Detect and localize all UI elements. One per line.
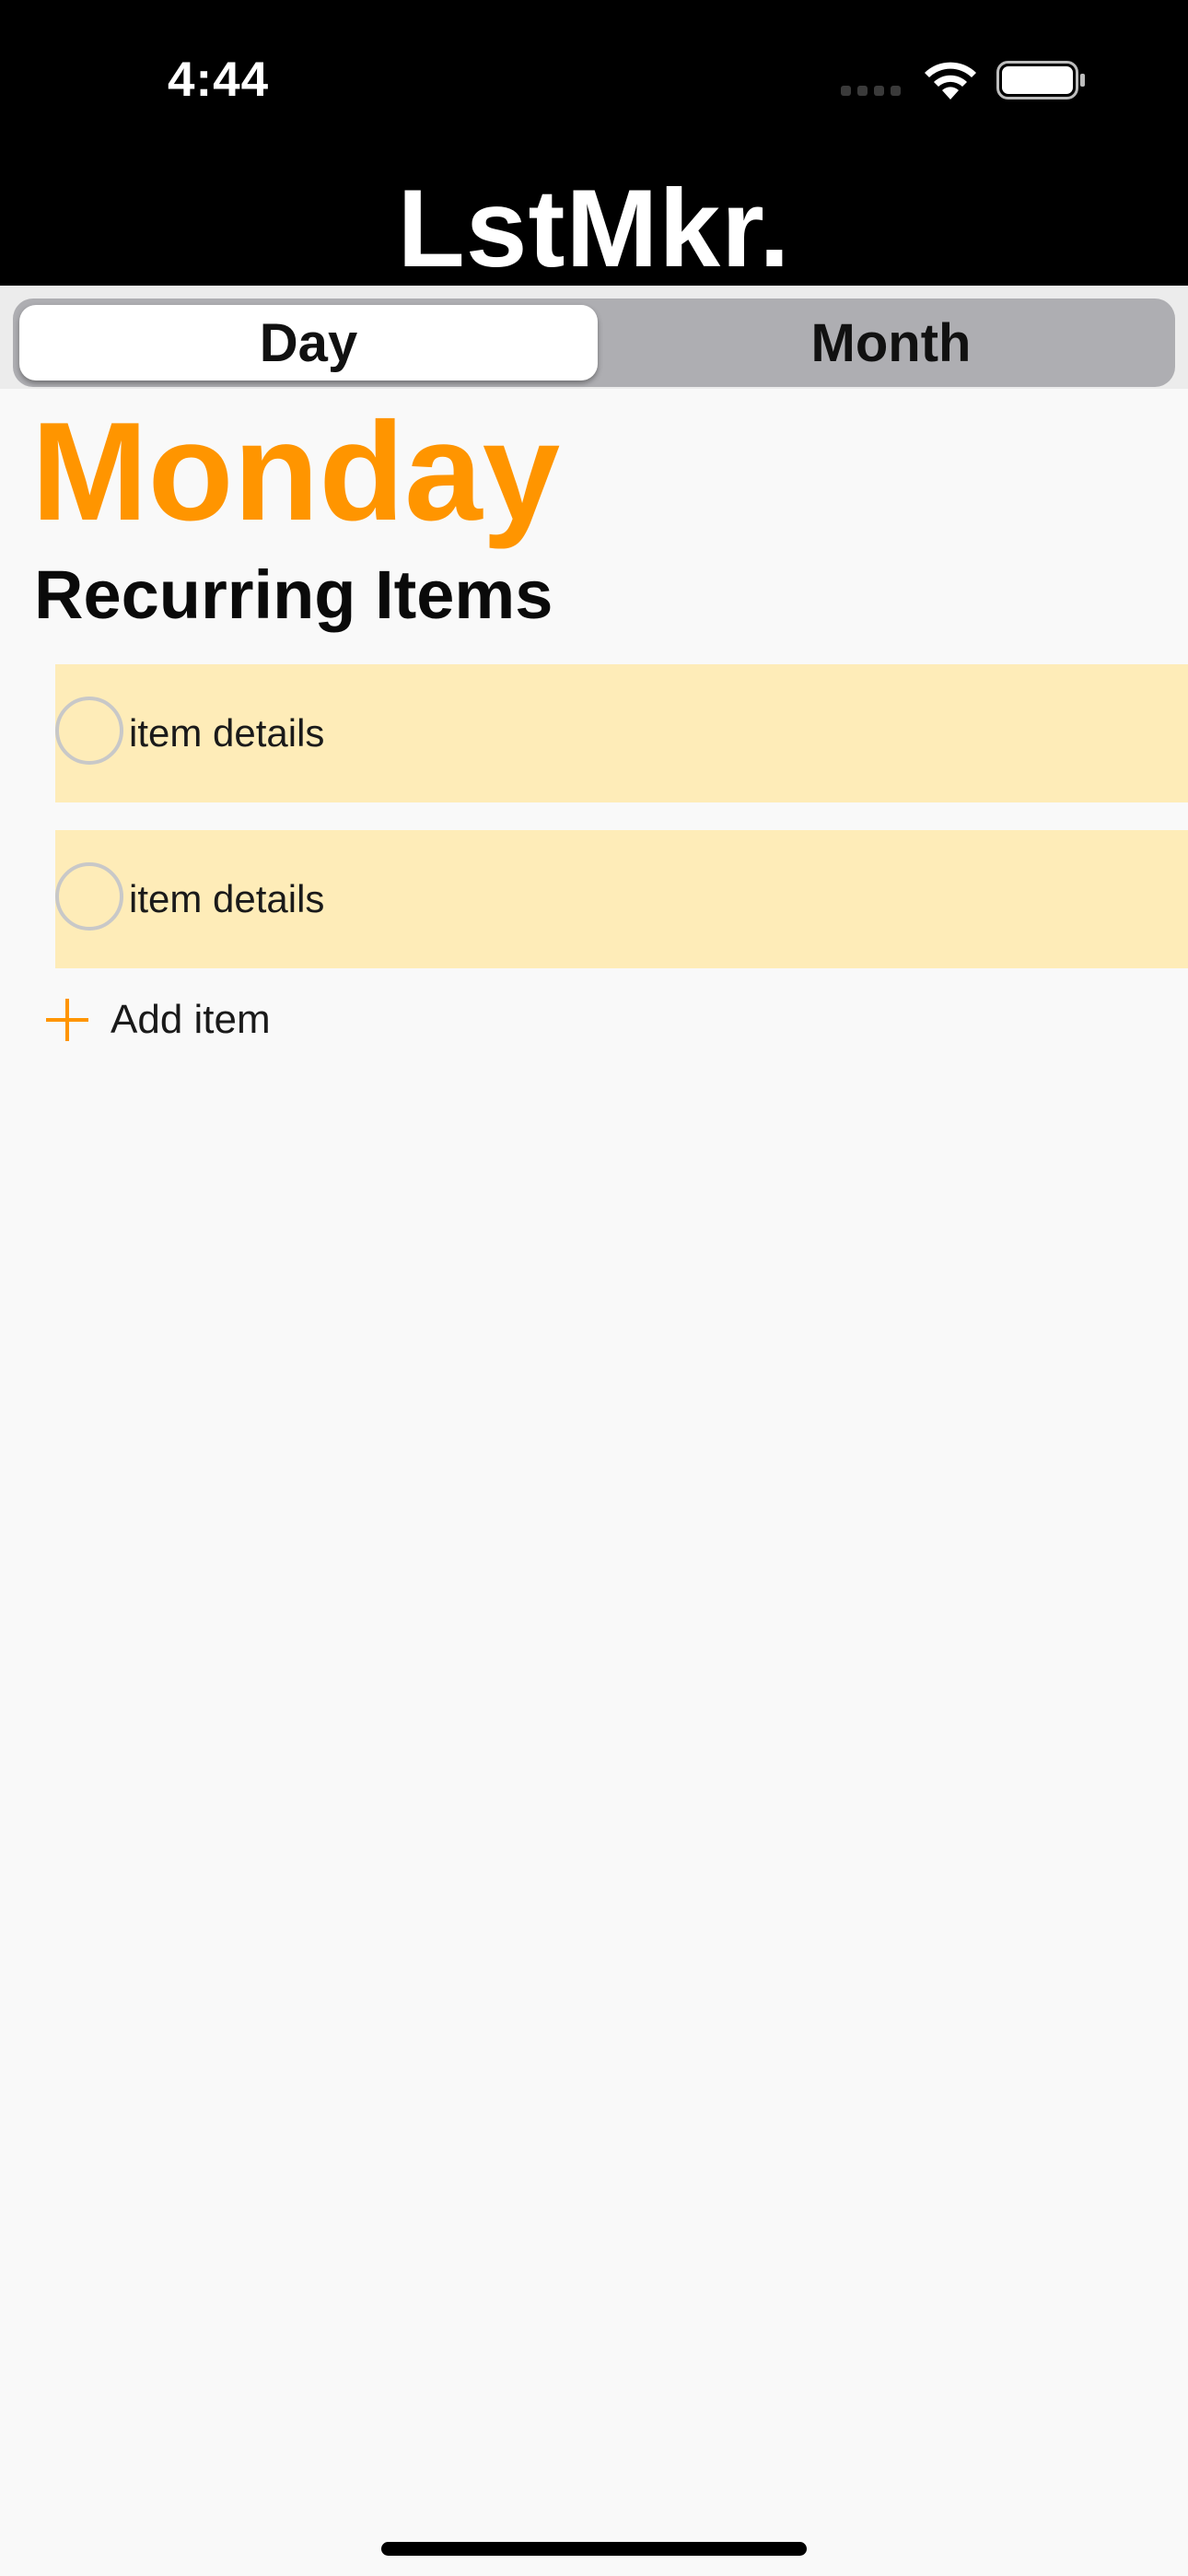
view-segmented-control[interactable]: Day Month bbox=[13, 299, 1175, 387]
app-header: 4:44 LstMkr. bbox=[0, 0, 1188, 290]
section-title: Recurring Items bbox=[34, 556, 553, 633]
cellular-signal-icon bbox=[841, 86, 901, 96]
add-item-button[interactable]: Add item bbox=[46, 986, 271, 1054]
battery-icon bbox=[996, 61, 1085, 100]
item-label: item details bbox=[129, 711, 325, 755]
home-indicator[interactable] bbox=[381, 2542, 807, 2556]
wifi-icon bbox=[925, 62, 976, 100]
circle-outline-icon[interactable] bbox=[55, 697, 123, 765]
list-item[interactable]: item details bbox=[55, 830, 1188, 968]
day-title: Monday bbox=[31, 393, 561, 550]
item-label: item details bbox=[129, 877, 325, 920]
segment-day[interactable]: Day bbox=[19, 305, 598, 381]
add-item-label: Add item bbox=[111, 997, 271, 1042]
segment-month[interactable]: Month bbox=[607, 299, 1175, 387]
circle-outline-icon[interactable] bbox=[55, 862, 123, 931]
list-item[interactable]: item details bbox=[55, 664, 1188, 802]
status-time: 4:44 bbox=[168, 53, 270, 107]
plus-icon bbox=[46, 999, 88, 1041]
app-title: LstMkr. bbox=[397, 167, 791, 290]
